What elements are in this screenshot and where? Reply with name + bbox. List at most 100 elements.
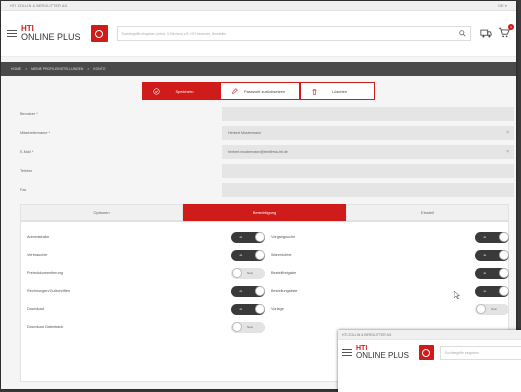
toggle-knob xyxy=(231,322,242,332)
second-window-topbar: HTI ZOLLIN & BERGLITTER AG xyxy=(338,330,521,340)
permission-toggle[interactable]: Nein xyxy=(231,321,265,333)
field-label: E-Mail * xyxy=(20,149,34,154)
permission-toggle[interactable]: Ja xyxy=(231,285,265,297)
permission-label: Download xyxy=(27,307,44,311)
permission-toggle[interactable]: Ja xyxy=(231,231,265,243)
permission-row: Download Ja xyxy=(27,300,267,318)
fax-field[interactable] xyxy=(222,182,514,197)
toggle-state-label: Ja xyxy=(483,271,487,275)
toggle-state-label: Nein xyxy=(247,325,254,329)
save-button[interactable]: Speichern xyxy=(142,82,220,100)
tab-permissions[interactable]: Berechtigung xyxy=(183,204,346,221)
permission-row: Bestellfreigabe Ja xyxy=(271,264,515,282)
toggle-knob xyxy=(254,286,265,296)
breadcrumb-separator: > xyxy=(87,67,90,71)
search-icon[interactable] xyxy=(459,30,466,37)
company-name: HTI ZOLLIN & BERGLITTER AG xyxy=(10,3,68,8)
toggle-state-label: Ja xyxy=(239,307,243,311)
toggle-knob xyxy=(254,232,265,242)
trash-icon xyxy=(312,88,317,95)
delete-button[interactable]: Löschen xyxy=(300,82,375,100)
field-label: Telefon xyxy=(20,168,33,173)
toggle-state-label: Ja xyxy=(239,235,243,239)
permission-label: Warenkörbe xyxy=(271,253,292,257)
permission-toggle[interactable]: Ja xyxy=(475,231,509,243)
permission-toggle[interactable]: Ja xyxy=(475,249,509,261)
permission-row: Vorgangsuche Ja xyxy=(271,228,515,246)
toggle-state-label: Ja xyxy=(239,289,243,293)
search-input[interactable]: Suchbegriffe eingeben (mind. 3 Zeichen) … xyxy=(116,26,471,41)
breadcrumb-profile[interactable]: MEINE PROFILEINSTELLUNGEN xyxy=(31,67,83,71)
permission-label: Bestellungsliste xyxy=(271,289,298,293)
permission-toggle[interactable]: Ja xyxy=(231,249,265,261)
toggle-knob xyxy=(498,286,509,296)
field-label: Benutzer * xyxy=(20,111,38,116)
permission-label: Rechnungen/Gutschriften xyxy=(27,289,71,293)
logo-online-plus: ONLINE PLUS xyxy=(21,32,81,42)
toggle-state-label: Nein xyxy=(491,307,498,311)
tab-settings[interactable]: Einstell xyxy=(346,204,509,221)
toggle-state-label: Ja xyxy=(483,235,487,239)
reset-password-button[interactable]: Passwort zurücksetzen xyxy=(220,82,300,100)
logo[interactable]: HTI ONLINE PLUS xyxy=(356,345,409,360)
account-form: Benutzer * Mitarbeitername * Herbert Mus… xyxy=(3,104,514,199)
logo[interactable]: HTI ONLINE PLUS xyxy=(21,25,81,42)
permission-label: Administrator xyxy=(27,235,50,239)
breadcrumb-separator: > xyxy=(25,67,28,71)
cart-button[interactable]: 4 xyxy=(498,24,514,40)
email-field[interactable]: herbert.mustermann@testfirma-hti.de × xyxy=(222,144,514,159)
permission-row: Verbraucher Ja xyxy=(27,246,267,264)
tab-options[interactable]: Optionen xyxy=(20,204,183,221)
permission-row: Administrator Ja xyxy=(27,228,267,246)
user-field[interactable] xyxy=(222,106,514,121)
toggle-state-label: Nein xyxy=(247,271,254,275)
form-row-fax: Fax xyxy=(3,180,514,199)
toggle-knob xyxy=(254,304,265,314)
pencil-icon xyxy=(231,87,238,94)
breadcrumb-account: KONTO xyxy=(93,67,106,71)
permission-toggle[interactable]: Ja xyxy=(475,285,509,297)
clear-icon[interactable]: × xyxy=(506,130,509,136)
phone-field[interactable] xyxy=(222,163,514,178)
reset-password-label: Passwort zurücksetzen xyxy=(244,88,286,94)
permission-toggle[interactable]: Ja xyxy=(231,303,265,315)
breadcrumb: HOME > MEINE PROFILEINSTELLUNGEN > KONTO xyxy=(1,62,516,76)
permission-label: Download Datenbank xyxy=(27,325,64,329)
field-value: Herbert Mustermann xyxy=(228,130,261,135)
tab-bar: Optionen Berechtigung Einstell xyxy=(20,204,509,222)
permission-label: Vorlage xyxy=(271,307,284,311)
toggle-knob xyxy=(231,268,242,278)
search-placeholder: Suchbegriffe eingeben (mind. 3 Zeichen) … xyxy=(121,31,227,36)
brand-badge-icon xyxy=(418,345,434,360)
brand-badge-icon xyxy=(90,25,108,42)
search-input[interactable]: Suchbegriffe eingeben xyxy=(439,345,521,360)
permission-label: Preisdokumentierung xyxy=(27,271,63,275)
permission-row: Rechnungen/Gutschriften Ja xyxy=(27,282,267,300)
field-value: herbert.mustermann@testfirma-hti.de xyxy=(228,149,288,154)
clear-icon[interactable]: × xyxy=(506,149,509,155)
permission-row: Warenkörbe Ja xyxy=(271,246,515,264)
logo-online-plus: ONLINE PLUS xyxy=(356,351,409,360)
mouse-cursor-icon xyxy=(454,291,460,299)
top-bar: HTI ZOLLIN & BERGLITTER AG DE ▾ xyxy=(1,1,516,11)
field-label: Mitarbeitername * xyxy=(20,130,50,135)
form-row-email: E-Mail * herbert.mustermann@testfirma-ht… xyxy=(3,142,514,161)
permission-toggle[interactable]: Nein xyxy=(231,267,265,279)
permission-label: Bestellfreigabe xyxy=(271,271,297,275)
toggle-knob xyxy=(498,250,509,260)
employee-name-field[interactable]: Herbert Mustermann × xyxy=(222,125,514,140)
delete-label: Löschen xyxy=(332,88,348,94)
language-menu[interactable]: DE ▾ xyxy=(498,4,507,8)
permission-toggle[interactable]: Nein xyxy=(475,303,509,315)
field-label: Fax xyxy=(20,187,27,192)
toggle-state-label: Ja xyxy=(483,289,487,293)
permission-row: Preisdokumentierung Nein xyxy=(27,264,267,282)
permission-label: Vorgangsuche xyxy=(271,235,296,239)
menu-icon[interactable] xyxy=(342,348,352,357)
breadcrumb-home[interactable]: HOME xyxy=(11,67,21,71)
toggle-knob xyxy=(254,250,265,260)
permission-toggle[interactable]: Ja xyxy=(475,267,509,279)
truck-icon[interactable] xyxy=(480,28,492,39)
second-window[interactable]: HTI ZOLLIN & BERGLITTER AG HTI ONLINE PL… xyxy=(338,330,521,392)
menu-icon[interactable] xyxy=(7,29,17,38)
